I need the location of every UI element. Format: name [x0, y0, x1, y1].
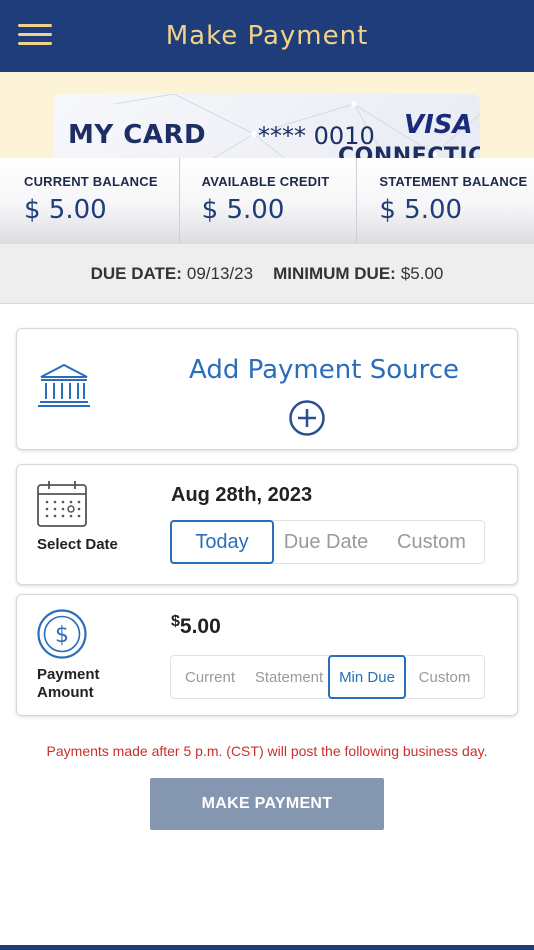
select-date-label: Select Date	[37, 536, 118, 553]
visa-logo: VISA	[404, 110, 473, 140]
card-bank-name: CONNECTICUT	[338, 144, 480, 158]
payment-amount-label: Payment Amount	[37, 666, 100, 702]
plus-circle-icon[interactable]	[289, 400, 325, 436]
amount-number: 5.00	[179, 615, 221, 638]
cutoff-notice: Payments made after 5 p.m. (CST) will po…	[46, 743, 488, 759]
bottom-bar	[0, 945, 534, 950]
svg-text:$: $	[55, 623, 69, 648]
amount-option-current[interactable]: Current	[171, 656, 249, 698]
date-option-selector: Today Due Date Custom	[170, 520, 485, 564]
due-date-value: 09/13/23	[186, 263, 254, 283]
payment-amount-section: $ Payment Amount $5.00 Current Statement…	[16, 594, 518, 716]
card-preview-strip: MY CARD **** 0010 VISA CONNECTICUT	[0, 72, 534, 158]
make-payment-button[interactable]: MAKE PAYMENT	[150, 778, 384, 830]
amount-option-selector: Current Statement Min Due Custom	[170, 655, 485, 699]
app-header: Make Payment	[0, 0, 534, 72]
statement-balance-label: STATEMENT BALANCE	[379, 174, 528, 189]
payment-amount-label-line1: Payment	[37, 666, 100, 683]
amount-option-min-due[interactable]: Min Due	[328, 655, 406, 699]
amount-option-statement[interactable]: Statement	[249, 656, 329, 698]
current-balance-label: CURRENT BALANCE	[24, 174, 158, 189]
current-balance: CURRENT BALANCE $ 5.00	[0, 158, 179, 244]
hamburger-menu-icon[interactable]	[18, 24, 52, 46]
page-title: Make Payment	[165, 21, 369, 51]
currency-symbol: $	[171, 613, 180, 630]
date-option-custom[interactable]: Custom	[379, 521, 484, 563]
date-option-due-date[interactable]: Due Date	[273, 521, 379, 563]
statement-balance-value: $ 5.00	[379, 195, 463, 225]
available-credit: AVAILABLE CREDIT $ 5.00	[178, 158, 357, 244]
amount-option-custom[interactable]: Custom	[405, 656, 484, 698]
selected-date-value: Aug 28th, 2023	[171, 484, 313, 506]
credit-card-image: MY CARD **** 0010 VISA CONNECTICUT	[54, 94, 480, 158]
minimum-due-label: MINIMUM DUE:	[273, 263, 396, 283]
payment-amount-label-line2: Amount	[37, 684, 94, 701]
calendar-icon	[37, 481, 87, 527]
dollar-circle-icon: $	[37, 609, 87, 659]
due-date-label: DUE DATE:	[90, 263, 182, 283]
current-balance-value: $ 5.00	[24, 195, 107, 225]
balance-summary: CURRENT BALANCE $ 5.00 AVAILABLE CREDIT …	[0, 158, 534, 244]
due-info-bar: DUE DATE: 09/13/23 MINIMUM DUE: $5.00	[0, 244, 534, 304]
card-name: MY CARD	[68, 120, 207, 150]
minimum-due-value: $5.00	[400, 263, 444, 283]
add-payment-source-label: Add Payment Source	[189, 355, 459, 385]
payment-amount-value: $5.00	[171, 613, 221, 639]
date-option-today[interactable]: Today	[170, 520, 274, 564]
available-credit-value: $ 5.00	[201, 195, 285, 225]
bank-icon	[38, 363, 90, 407]
select-date-section: Select Date Aug 28th, 2023 Today Due Dat…	[16, 464, 518, 585]
statement-balance: STATEMENT BALANCE $ 5.00	[356, 158, 534, 244]
add-payment-source-button[interactable]: Add Payment Source	[16, 328, 518, 450]
available-credit-label: AVAILABLE CREDIT	[201, 174, 330, 189]
